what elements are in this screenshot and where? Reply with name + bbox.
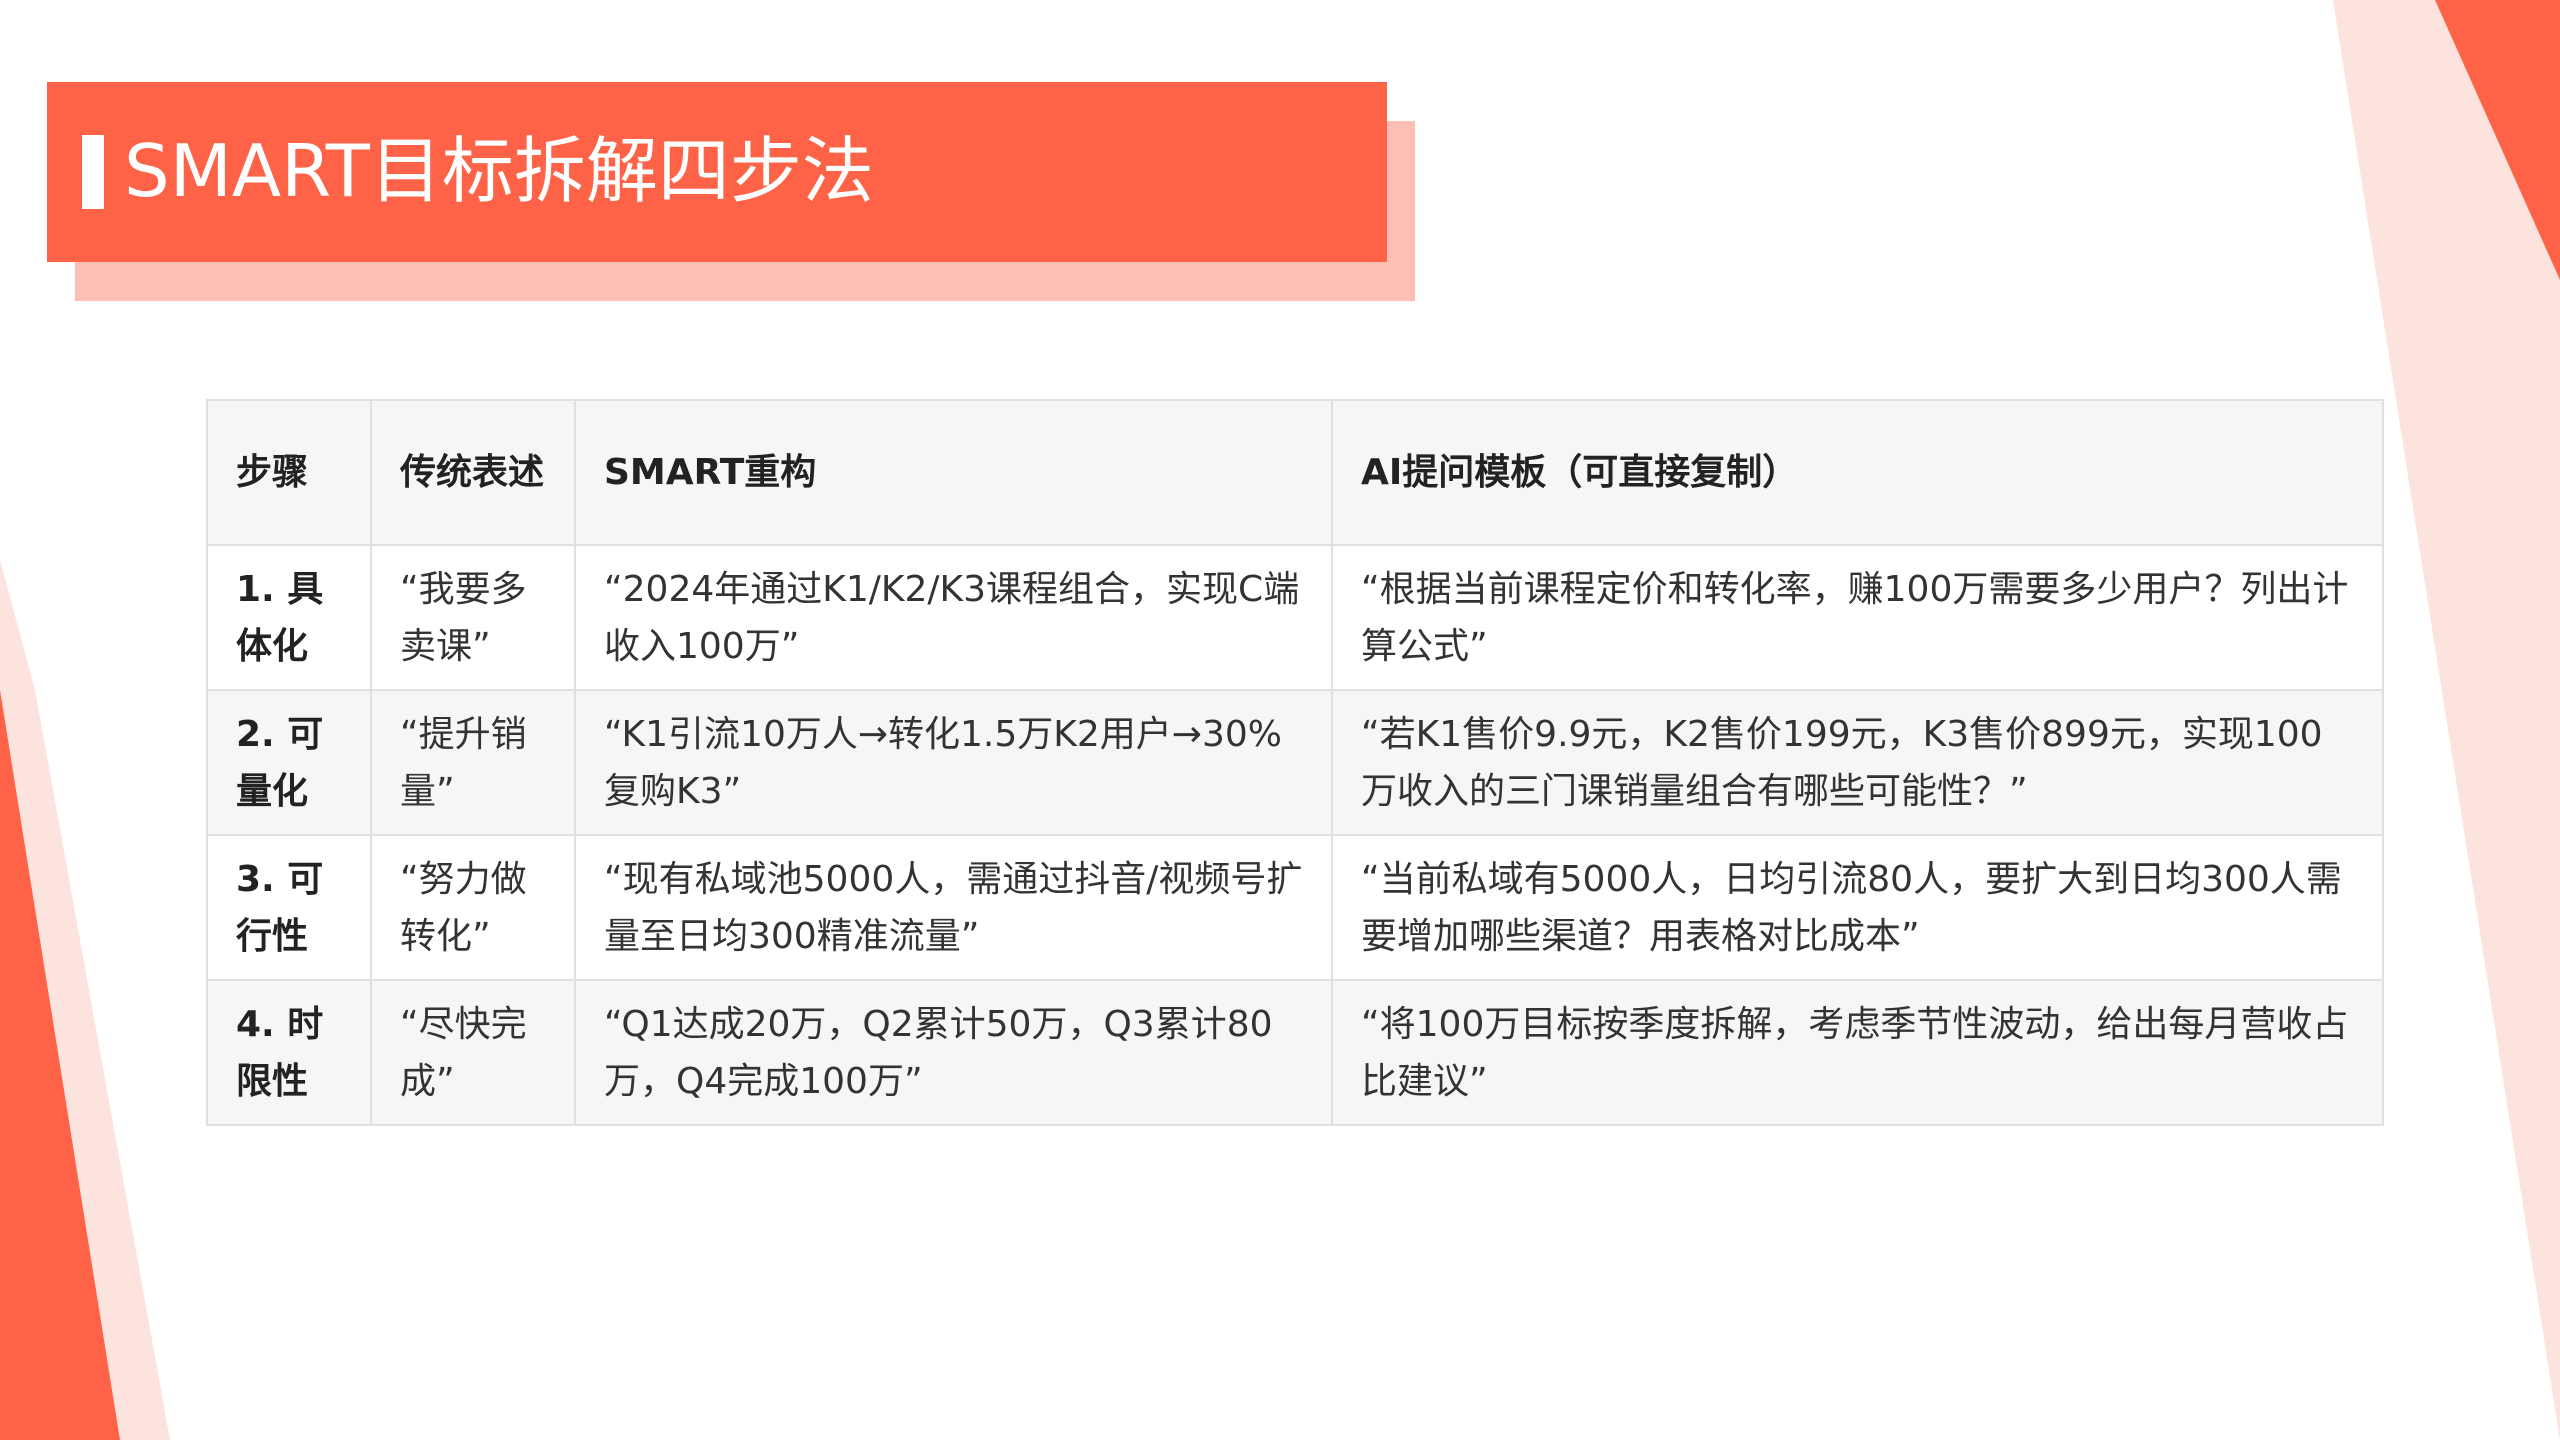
cell-traditional: “我要多卖课” — [370, 544, 576, 691]
table-row: 4. 时限性 “尽快完成” “Q1达成20万，Q2累计50万，Q3累计80万，Q… — [206, 979, 2384, 1126]
header-step: 步骤 — [206, 399, 372, 546]
cell-smart: “现有私域池5000人，需通过抖音/视频号扩量至日均300精准流量” — [574, 834, 1333, 981]
cell-traditional: “努力做转化” — [370, 834, 576, 981]
title-marker — [82, 135, 104, 209]
header-smart: SMART重构 — [574, 399, 1333, 546]
cell-step: 1. 具体化 — [206, 544, 372, 691]
header-ai-prompt: AI提问模板（可直接复制） — [1331, 399, 2384, 546]
cell-ai-prompt: “根据当前课程定价和转化率，赚100万需要多少用户？列出计算公式” — [1331, 544, 2384, 691]
cell-ai-prompt: “当前私域有5000人，日均引流80人，要扩大到日均300人需要增加哪些渠道？用… — [1331, 834, 2384, 981]
cell-smart: “K1引流10万人→转化1.5万K2用户→30%复购K3” — [574, 689, 1333, 836]
header-traditional: 传统表述 — [370, 399, 576, 546]
cell-step: 3. 可行性 — [206, 834, 372, 981]
cell-traditional: “尽快完成” — [370, 979, 576, 1126]
stripe-right-accent — [2435, 0, 2560, 280]
table-row: 1. 具体化 “我要多卖课” “2024年通过K1/K2/K3课程组合，实现C端… — [206, 544, 2384, 691]
table-row: 2. 可量化 “提升销量” “K1引流10万人→转化1.5万K2用户→30%复购… — [206, 689, 2384, 836]
cell-step: 4. 时限性 — [206, 979, 372, 1126]
cell-smart: “Q1达成20万，Q2累计50万，Q3累计80万，Q4完成100万” — [574, 979, 1333, 1126]
cell-traditional: “提升销量” — [370, 689, 576, 836]
cell-smart: “2024年通过K1/K2/K3课程组合，实现C端收入100万” — [574, 544, 1333, 691]
cell-ai-prompt: “将100万目标按季度拆解，考虑季节性波动，给出每月营收占比建议” — [1331, 979, 2384, 1126]
table-header-row: 步骤 传统表述 SMART重构 AI提问模板（可直接复制） — [206, 399, 2384, 546]
slide-title: SMART目标拆解四步法 — [124, 129, 874, 213]
stripe-left-pale — [0, 560, 170, 1440]
cell-step: 2. 可量化 — [206, 689, 372, 836]
stripe-left-accent — [0, 690, 120, 1440]
smart-table: 步骤 传统表述 SMART重构 AI提问模板（可直接复制） 1. 具体化 “我要… — [206, 399, 2384, 1126]
cell-ai-prompt: “若K1售价9.9元，K2售价199元，K3售价899元，实现100万收入的三门… — [1331, 689, 2384, 836]
table-row: 3. 可行性 “努力做转化” “现有私域池5000人，需通过抖音/视频号扩量至日… — [206, 834, 2384, 981]
